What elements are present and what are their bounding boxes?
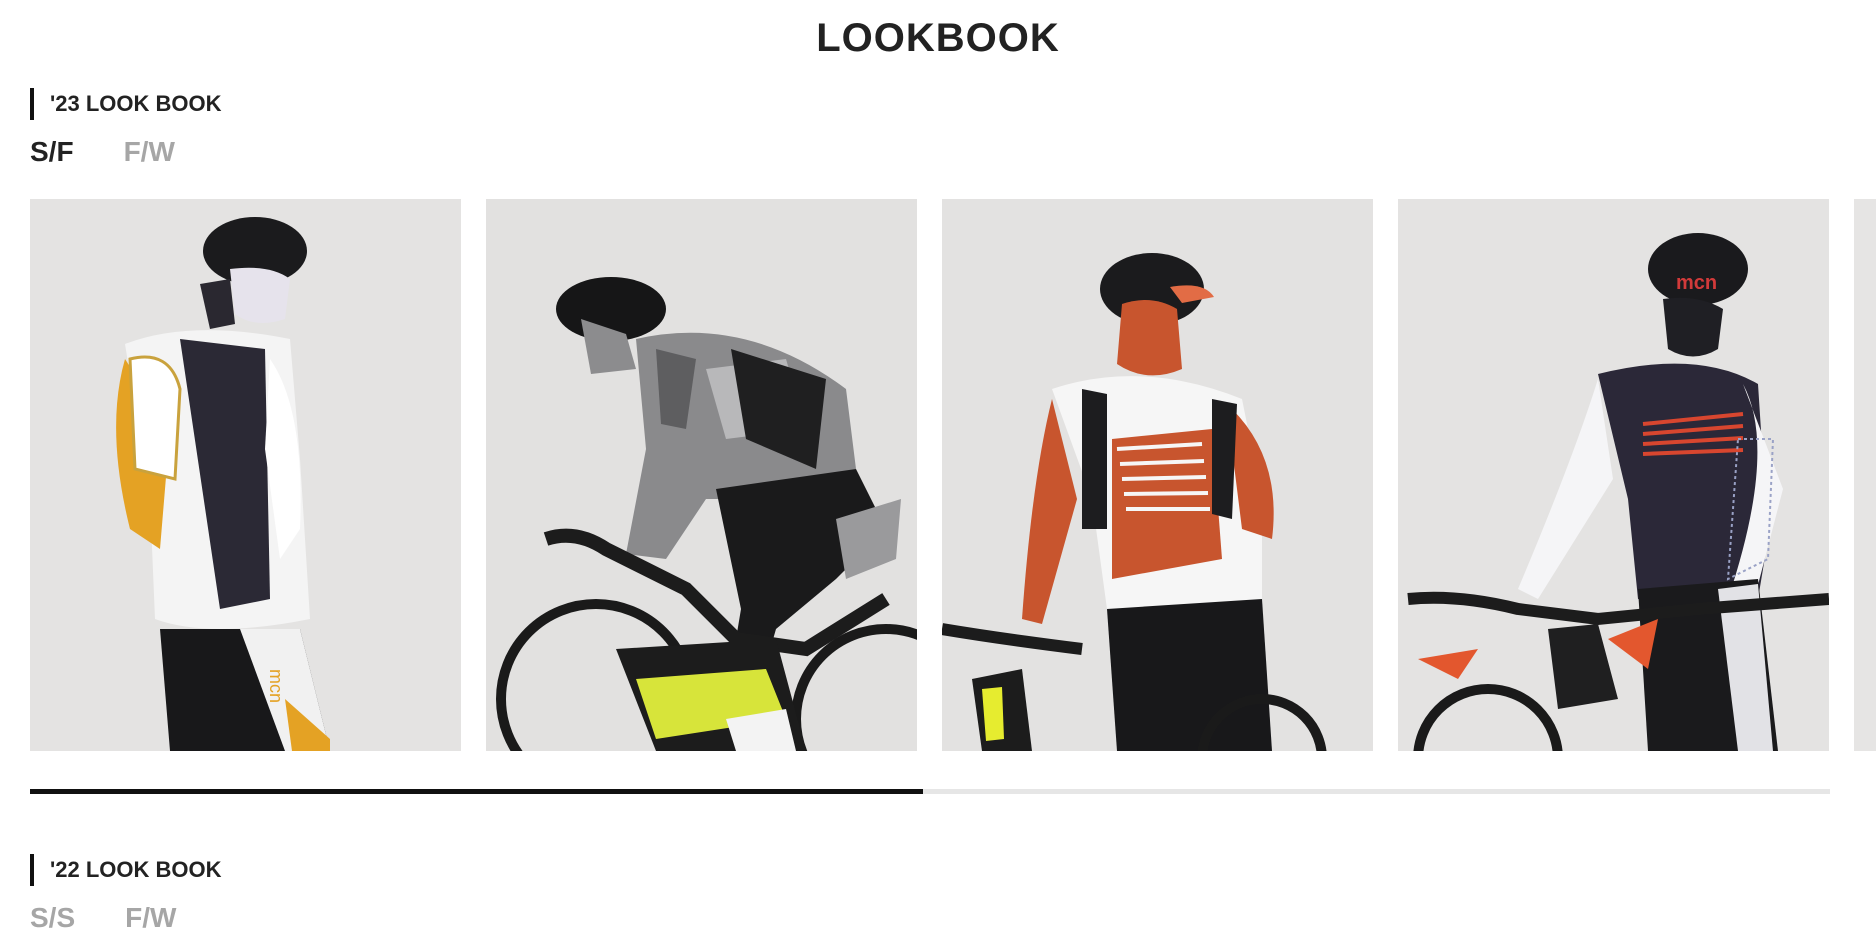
lookbook-gallery: mcn mcn [30, 199, 1876, 751]
section-heading: '23 LOOK BOOK [30, 88, 1830, 120]
lookbook-page: LOOKBOOK '23 LOOK BOOK S/F F/W mcn mcn '… [0, 0, 1876, 934]
season-tabs: S/F F/W [30, 132, 1830, 172]
gallery-scrollbar-thumb[interactable] [30, 789, 923, 794]
lookbook-photo [486, 199, 917, 751]
gallery-scrollbar[interactable] [30, 789, 1830, 794]
lookbook-slide[interactable] [942, 199, 1373, 751]
lookbook-photo: mcn [1398, 199, 1829, 751]
tab-season-sf[interactable]: S/F [30, 136, 74, 168]
lookbook-section-2023: '23 LOOK BOOK S/F F/W [30, 88, 1830, 172]
tab-season-fw[interactable]: F/W [125, 902, 176, 934]
lookbook-photo [942, 199, 1373, 751]
lookbook-slide[interactable] [486, 199, 917, 751]
svg-text:mcn: mcn [1676, 272, 1717, 294]
svg-text:mcn: mcn [266, 669, 286, 703]
lookbook-section-2022: '22 LOOK BOOK S/S F/W [30, 854, 1830, 934]
tab-season-fw[interactable]: F/W [124, 136, 175, 168]
lookbook-photo: mcn [30, 199, 461, 751]
lookbook-photo [1854, 199, 1876, 751]
page-title: LOOKBOOK [816, 16, 1060, 60]
lookbook-slide[interactable] [1854, 199, 1876, 751]
lookbook-slide[interactable]: mcn [1398, 199, 1829, 751]
section-heading: '22 LOOK BOOK [30, 854, 1830, 886]
tab-season-ss[interactable]: S/S [30, 902, 75, 934]
season-tabs: S/S F/W [30, 898, 1830, 934]
lookbook-slide[interactable]: mcn [30, 199, 461, 751]
